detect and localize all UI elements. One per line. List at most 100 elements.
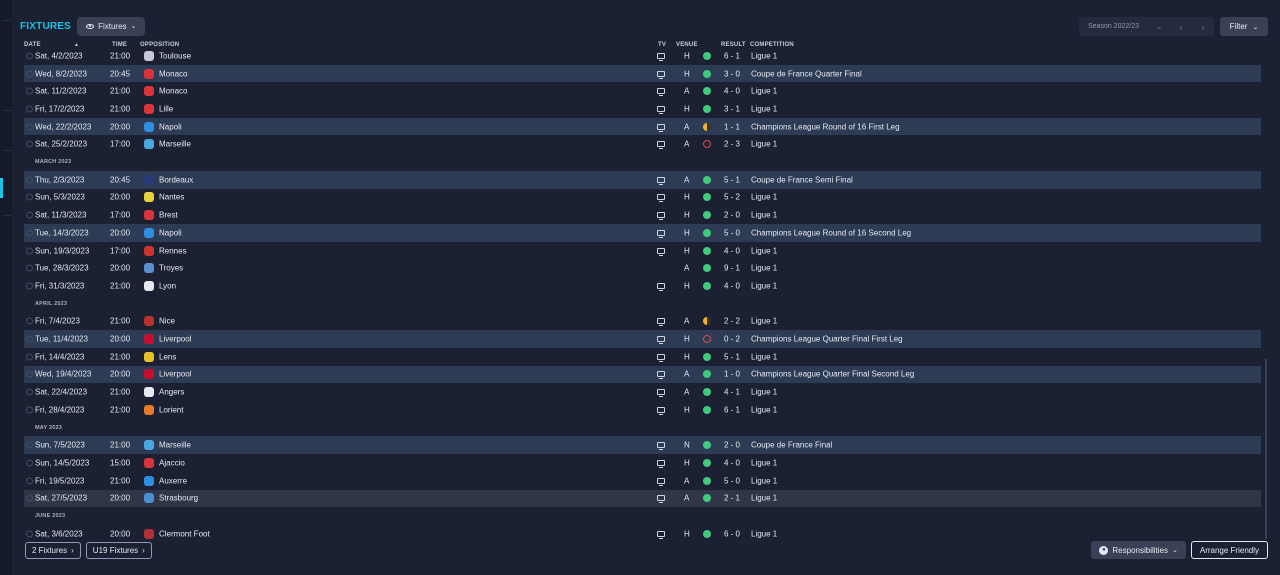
competition-name[interactable]: Ligue 1 <box>751 458 777 467</box>
two-fixtures-button[interactable]: 2 Fixtures › <box>25 542 81 559</box>
match-score[interactable]: 6 - 1 <box>724 405 740 414</box>
fixture-row[interactable]: Wed, 19/4/2023 20:00 Liverpool A 1 - 0 Champi… <box>24 365 1261 384</box>
opposition-name[interactable]: Lyon <box>159 281 176 290</box>
match-score[interactable]: 2 - 3 <box>724 140 740 149</box>
row-select-radio[interactable] <box>26 494 33 502</box>
column-header-competition[interactable]: COMPETITION <box>750 42 794 48</box>
row-select-radio[interactable] <box>26 477 33 485</box>
competition-name[interactable]: Ligue 1 <box>751 211 777 220</box>
competition-name[interactable]: Champions League Quarter Final Second Le… <box>751 370 914 379</box>
row-select-radio[interactable] <box>26 140 33 148</box>
competition-name[interactable]: Ligue 1 <box>751 388 777 397</box>
opposition-name[interactable]: Lorient <box>159 405 183 414</box>
filter-button[interactable]: Filter ⌄ <box>1220 17 1268 36</box>
fixture-row[interactable]: Tue, 11/4/2023 20:00 Liverpool H 0 - 2 Champi… <box>24 330 1261 348</box>
opposition-name[interactable]: Brest <box>159 211 178 220</box>
column-header-result[interactable]: RESULT <box>721 42 746 48</box>
row-select-radio[interactable] <box>26 123 33 131</box>
competition-name[interactable]: Ligue 1 <box>751 352 777 361</box>
fixture-row[interactable]: Fri, 19/5/2023 21:00 Auxerre A 5 - 0 Ligue 1 <box>24 472 1261 490</box>
fixture-row[interactable]: Sat, 25/2/2023 17:00 Marseille A 2 - 3 Ligue … <box>24 136 1261 154</box>
row-select-radio[interactable] <box>26 388 33 396</box>
match-score[interactable]: 6 - 0 <box>724 529 740 538</box>
opposition-name[interactable]: Lens <box>159 352 176 361</box>
row-select-radio[interactable] <box>26 441 33 449</box>
match-score[interactable]: 4 - 1 <box>724 388 740 397</box>
fixture-row[interactable]: Wed, 8/2/2023 20:45 Monaco H 3 - 0 Coupe de F… <box>24 64 1261 83</box>
row-select-radio[interactable] <box>26 176 33 184</box>
opposition-name[interactable]: Liverpool <box>159 335 191 344</box>
opposition-name[interactable]: Marseille <box>159 441 191 450</box>
competition-name[interactable]: Ligue 1 <box>751 476 777 485</box>
column-header-opposition[interactable]: OPPOSITION <box>140 42 179 48</box>
competition-name[interactable]: Ligue 1 <box>751 140 777 149</box>
match-score[interactable]: 9 - 1 <box>724 264 740 273</box>
row-select-radio[interactable] <box>26 406 33 414</box>
fixture-row[interactable]: Sat, 3/6/2023 20:00 Clermont Foot H 6 - 0 Lig… <box>24 525 1261 540</box>
view-selector-button[interactable]: Fixtures ⌄ <box>77 16 146 36</box>
fixture-row[interactable]: Tue, 28/3/2023 20:00 Troyes A 9 - 1 Ligue 1 <box>24 259 1261 277</box>
match-score[interactable]: 0 - 2 <box>724 335 740 344</box>
opposition-name[interactable]: Troyes <box>159 264 183 273</box>
row-select-radio[interactable] <box>26 229 33 237</box>
row-select-radio[interactable] <box>26 459 33 467</box>
fixture-row[interactable]: Sun, 7/5/2023 21:00 Marseille N 2 - 0 Coupe d… <box>24 436 1261 455</box>
column-header-time[interactable]: TIME <box>112 42 127 48</box>
competition-name[interactable]: Ligue 1 <box>751 494 777 503</box>
row-select-radio[interactable] <box>26 530 33 538</box>
opposition-name[interactable]: Ajaccio <box>159 458 185 467</box>
fixture-row[interactable]: Fri, 17/2/2023 21:00 Lille H 3 - 1 Ligue 1 <box>24 100 1261 118</box>
scrollbar[interactable] <box>1265 359 1267 539</box>
opposition-name[interactable]: Strasbourg <box>159 494 198 503</box>
fixture-row[interactable]: Fri, 28/4/2023 21:00 Lorient H 6 - 1 Ligue 1 <box>24 401 1261 419</box>
opposition-name[interactable]: Nice <box>159 317 175 326</box>
column-header-tv[interactable]: TV <box>658 42 666 48</box>
opposition-name[interactable]: Lille <box>159 104 173 113</box>
row-select-radio[interactable] <box>26 370 33 378</box>
match-score[interactable]: 2 - 0 <box>724 441 740 450</box>
competition-name[interactable]: Ligue 1 <box>751 87 777 96</box>
row-select-radio[interactable] <box>26 105 33 113</box>
row-select-radio[interactable] <box>26 247 33 255</box>
competition-name[interactable]: Ligue 1 <box>751 529 777 538</box>
competition-name[interactable]: Ligue 1 <box>751 246 777 255</box>
match-score[interactable]: 5 - 0 <box>724 476 740 485</box>
opposition-name[interactable]: Monaco <box>159 87 187 96</box>
match-score[interactable]: 4 - 0 <box>724 281 740 290</box>
fixture-row[interactable]: Fri, 7/4/2023 21:00 Nice A 2 - 2 Ligue 1 <box>24 313 1261 331</box>
match-score[interactable]: 1 - 0 <box>724 370 740 379</box>
match-score[interactable]: 3 - 1 <box>724 104 740 113</box>
fixture-row[interactable]: Wed, 22/2/2023 20:00 Napoli A 1 - 1 Champions… <box>24 117 1261 136</box>
fixture-row[interactable]: Tue, 14/3/2023 20:00 Napoli H 5 - 0 Champions… <box>24 224 1261 242</box>
competition-name[interactable]: Coupe de France Semi Final <box>751 175 853 184</box>
competition-name[interactable]: Coupe de France Quarter Final <box>751 69 862 78</box>
match-score[interactable]: 2 - 0 <box>724 211 740 220</box>
competition-name[interactable]: Ligue 1 <box>751 193 777 202</box>
fixture-row[interactable]: Sun, 5/3/2023 20:00 Nantes H 5 - 2 Ligue 1 <box>24 189 1261 207</box>
competition-name[interactable]: Ligue 1 <box>751 51 777 60</box>
competition-name[interactable]: Champions League Round of 16 Second Leg <box>751 228 911 237</box>
row-select-radio[interactable] <box>26 317 33 325</box>
opposition-name[interactable]: Marseille <box>159 140 191 149</box>
opposition-name[interactable]: Auxerre <box>159 476 187 485</box>
fixture-row[interactable]: Sat, 4/2/2023 21:00 Toulouse H 6 - 1 Ligue 1 <box>24 50 1261 65</box>
match-score[interactable]: 5 - 1 <box>724 352 740 361</box>
row-select-radio[interactable] <box>26 282 33 290</box>
competition-name[interactable]: Ligue 1 <box>751 104 777 113</box>
opposition-name[interactable]: Monaco <box>159 69 187 78</box>
fixture-row[interactable]: Fri, 31/3/2023 21:00 Lyon H 4 - 0 Ligue 1 <box>24 277 1261 295</box>
previous-season-button[interactable]: ‹ <box>1170 22 1192 32</box>
match-score[interactable]: 1 - 1 <box>724 122 740 131</box>
competition-name[interactable]: Ligue 1 <box>751 405 777 414</box>
row-select-radio[interactable] <box>26 70 33 78</box>
row-select-radio[interactable] <box>26 193 33 201</box>
opposition-name[interactable]: Nantes <box>159 193 184 202</box>
match-score[interactable]: 2 - 1 <box>724 494 740 503</box>
competition-name[interactable]: Ligue 1 <box>751 281 777 290</box>
fixture-row[interactable]: Sat, 22/4/2023 21:00 Angers A 4 - 1 Ligue 1 <box>24 383 1261 401</box>
opposition-name[interactable]: Bordeaux <box>159 175 193 184</box>
competition-name[interactable]: Ligue 1 <box>751 317 777 326</box>
column-header-venue[interactable]: VENUE <box>676 42 698 48</box>
match-score[interactable]: 2 - 2 <box>724 317 740 326</box>
fixture-row[interactable]: Sat, 27/5/2023 20:00 Strasbourg A 2 - 1 Ligue… <box>24 489 1261 508</box>
